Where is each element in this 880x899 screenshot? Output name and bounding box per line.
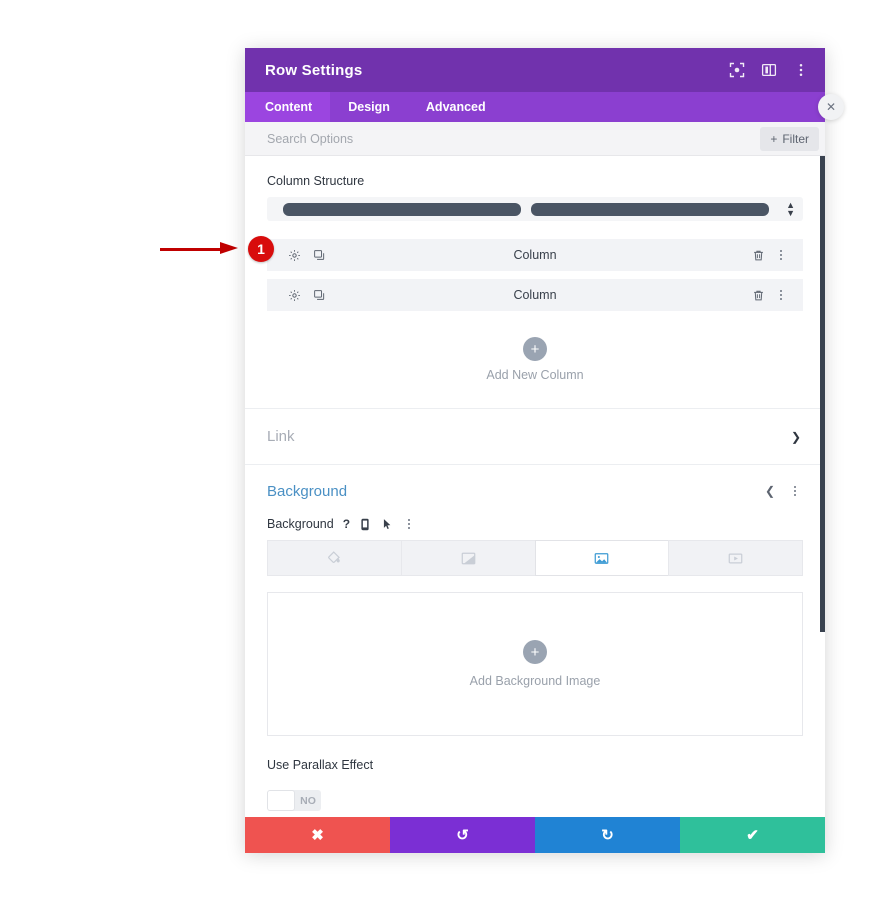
parallax-toggle[interactable]: NO (267, 790, 321, 811)
filter-button[interactable]: + Filter (760, 126, 819, 151)
help-icon[interactable]: ? (343, 517, 350, 531)
column-row-right-icons (752, 249, 787, 262)
annotation-arrow (160, 242, 238, 254)
row-more-options-icon[interactable] (775, 250, 787, 260)
undo-icon: ↺ (456, 826, 469, 844)
tab-design[interactable]: Design (330, 92, 408, 122)
column-row-right-icons (752, 289, 787, 302)
cancel-button[interactable]: ✖ (245, 817, 390, 853)
modal-close-button[interactable]: ✕ (818, 94, 844, 120)
add-new-column-block[interactable]: + Add New Column (245, 319, 825, 409)
row-settings-modal: Row Settings Content Design Advanced Sea… (245, 48, 825, 853)
layout-view-icon[interactable] (761, 62, 777, 78)
row-more-options-icon[interactable] (775, 290, 787, 300)
save-button[interactable]: ✔ (680, 817, 825, 853)
filter-button-label: Filter (782, 131, 809, 146)
redo-icon: ↻ (601, 826, 614, 844)
modal-body: Column Structure ▲ ▼ Column Column + Add… (245, 156, 825, 817)
column-list: Column Column (245, 239, 825, 311)
annotation-arrow-shaft (160, 248, 224, 251)
checkmark-icon: ✔ (746, 826, 759, 844)
close-icon: ✖ (311, 826, 324, 844)
add-background-image-plus-icon[interactable]: + (523, 640, 547, 664)
gear-icon[interactable] (288, 249, 301, 262)
fullscreen-icon[interactable] (729, 62, 745, 78)
parallax-toggle-state: NO (300, 794, 316, 807)
column-row-title: Column (513, 248, 557, 262)
column-row-title: Column (513, 288, 557, 302)
parallax-label: Use Parallax Effect (267, 758, 374, 772)
header-icon-group (729, 62, 809, 78)
close-icon: ✕ (825, 100, 837, 114)
more-options-icon[interactable] (793, 62, 809, 78)
background-video-tab[interactable] (668, 540, 803, 576)
column-structure-bar-1 (283, 202, 521, 216)
modal-footer: ✖ ↺ ↻ ✔ (245, 817, 825, 853)
mobile-responsive-icon[interactable] (359, 518, 372, 531)
parallax-toggle-knob (267, 790, 295, 811)
background-image-tab[interactable] (534, 540, 670, 576)
background-color-tab[interactable] (267, 540, 402, 576)
redo-button[interactable]: ↻ (535, 817, 680, 853)
add-column-plus-icon[interactable]: + (523, 337, 547, 361)
modal-tabbar: Content Design Advanced (245, 92, 825, 122)
tab-advanced[interactable]: Advanced (408, 92, 504, 122)
chevron-up-icon[interactable]: ❮ (765, 484, 775, 498)
column-structure-section: Column Structure ▲ ▼ (245, 156, 825, 221)
section-background-title: Background (267, 482, 348, 500)
background-field-label: Background (267, 517, 334, 531)
duplicate-icon[interactable] (313, 289, 326, 302)
gear-icon[interactable] (288, 289, 301, 302)
screenshot-root: Row Settings Content Design Advanced Sea… (0, 0, 880, 899)
add-background-image-label: Add Background Image (469, 674, 601, 688)
column-structure-select[interactable]: ▲ ▼ (267, 197, 803, 221)
modal-header: Row Settings (245, 48, 825, 92)
table-row[interactable]: Column (267, 279, 803, 311)
annotation-arrow-head (220, 242, 238, 254)
background-type-tabs (267, 540, 803, 576)
parallax-field: Use Parallax Effect NO (245, 736, 825, 816)
duplicate-icon[interactable] (313, 249, 326, 262)
settings-scroll-pane: Column Structure ▲ ▼ Column Column + Add… (245, 156, 825, 817)
column-row-left-icons (288, 289, 326, 302)
add-new-column-label: Add New Column (486, 368, 584, 382)
background-field-label-row: Background ? (245, 517, 825, 531)
filter-plus-icon: + (770, 131, 778, 146)
background-more-options-icon[interactable] (403, 519, 415, 529)
trash-icon[interactable] (752, 289, 765, 302)
chevron-down-icon[interactable]: ❯ (791, 430, 801, 444)
page-title: Row Settings (265, 61, 363, 79)
section-background-header[interactable]: Background ❮ (245, 465, 825, 517)
section-more-options-icon[interactable] (789, 486, 801, 496)
scrollbar-thumb[interactable] (820, 156, 825, 632)
search-bar: + Filter (245, 122, 825, 156)
column-row-left-icons (288, 249, 326, 262)
hover-cursor-icon[interactable] (381, 518, 394, 531)
annotation-step-badge: 1 (248, 236, 274, 262)
scrollbar-track[interactable] (820, 156, 825, 817)
undo-button[interactable]: ↺ (390, 817, 535, 853)
table-row[interactable]: Column (267, 239, 803, 271)
column-structure-spinner-icon: ▲ ▼ (786, 200, 795, 218)
background-gradient-tab[interactable] (400, 540, 536, 576)
search-input[interactable] (265, 130, 761, 147)
tab-content[interactable]: Content (245, 92, 331, 122)
column-structure-label: Column Structure (267, 174, 365, 188)
background-image-size-field: Background Image Size Cover ▲▼ (245, 816, 825, 817)
column-structure-bar-2 (531, 202, 769, 216)
background-image-dropzone[interactable]: + Add Background Image (267, 592, 803, 736)
section-link[interactable]: Link ❯ (245, 409, 825, 465)
trash-icon[interactable] (752, 249, 765, 262)
section-link-title: Link (267, 428, 295, 445)
